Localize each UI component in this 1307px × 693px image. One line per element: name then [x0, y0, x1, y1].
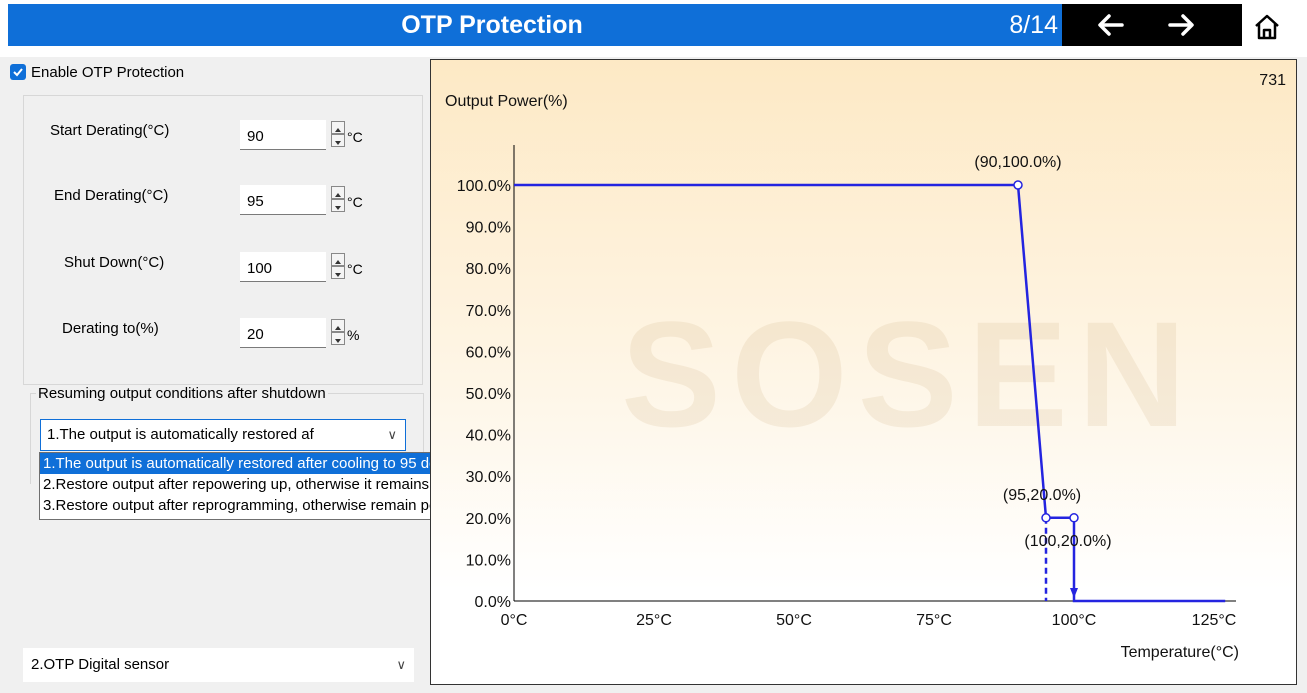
derating-to-unit: %: [347, 327, 360, 343]
y-tick-label: 100.0%: [457, 178, 511, 195]
spin-up-icon[interactable]: [331, 121, 345, 134]
sensor-selected-value: 2.OTP Digital sensor: [31, 656, 170, 673]
spin-down-icon[interactable]: [331, 332, 345, 345]
y-tick-label: 40.0%: [466, 428, 511, 445]
spin-up-icon[interactable]: [331, 319, 345, 332]
derating-to-input[interactable]: 20: [240, 318, 326, 348]
enable-otp-checkbox[interactable]: Enable OTP Protection: [10, 62, 184, 82]
spin-down-icon[interactable]: [331, 266, 345, 279]
y-tick-label: 20.0%: [466, 511, 511, 528]
y-tick-label: 90.0%: [466, 220, 511, 237]
resume-conditions-select[interactable]: 1.The output is automatically restored a…: [40, 419, 406, 451]
shut-down-spinner[interactable]: [327, 251, 349, 281]
end-derating-label: End Derating(°C): [54, 187, 169, 204]
chevron-down-icon: ∨: [387, 427, 397, 442]
y-tick-label: 10.0%: [466, 552, 511, 569]
x-tick-label: 50°C: [776, 612, 812, 629]
start-derating-spinner[interactable]: [327, 119, 349, 149]
shut-down-label: Shut Down(°C): [64, 254, 165, 271]
y-tick-label: 70.0%: [466, 303, 511, 320]
start-derating-input[interactable]: 90: [240, 120, 326, 150]
resume-selected-value: 1.The output is automatically restored a…: [47, 426, 314, 443]
x-tick-label: 25°C: [636, 612, 672, 629]
data-point: [1013, 180, 1023, 190]
chart-svg: 0.0% 10.0% 20.0% 30.0% 40.0% 50.0% 60.0% 70.0% 8…: [445, 72, 1286, 661]
end-derating-spinner[interactable]: [327, 184, 349, 214]
page-title: OTP Protection: [401, 11, 583, 39]
otp-sensor-select[interactable]: 2.OTP Digital sensor ∨: [23, 648, 414, 682]
enable-otp-label: Enable OTP Protection: [31, 63, 185, 81]
end-derating-unit: °C: [347, 194, 363, 210]
y-tick-label: 30.0%: [466, 469, 511, 486]
title-bar-blue: OTP Protection 8/14: [8, 4, 1062, 46]
arrow-left-icon: [1098, 14, 1124, 36]
end-derating-input[interactable]: 95: [240, 185, 326, 215]
x-tick-label: 100°C: [1052, 612, 1097, 629]
spin-down-icon[interactable]: [331, 199, 345, 212]
spin-up-icon[interactable]: [331, 186, 345, 199]
spin-up-icon[interactable]: [331, 253, 345, 266]
y-tick-label: 50.0%: [466, 386, 511, 403]
y-tick-label: 0.0%: [475, 594, 511, 611]
x-tick-label: 75°C: [916, 612, 952, 629]
checkbox-checked-icon: [10, 64, 26, 80]
corner-value: 731: [1259, 72, 1286, 89]
title-bar: OTP Protection 8/14: [0, 0, 1307, 57]
derating-to-spinner[interactable]: [327, 317, 349, 347]
x-tick-label: 125°C: [1192, 612, 1237, 629]
x-tick-label: 0°C: [501, 612, 528, 629]
data-point-label: (100,20.0%): [1024, 533, 1111, 550]
data-point: [1069, 513, 1079, 523]
shut-down-input[interactable]: 100: [240, 252, 326, 282]
x-axis-title: Temperature(°C): [1121, 644, 1239, 661]
home-icon: [1255, 14, 1279, 40]
page-indicator: 8/14: [1009, 11, 1058, 39]
nav-box: [1062, 4, 1242, 46]
shutdown-arrow: [1070, 588, 1078, 598]
resume-conditions-label: Resuming output conditions after shutdow…: [36, 385, 328, 402]
chevron-down-icon: ∨: [396, 657, 406, 672]
data-point-label: (90,100.0%): [974, 154, 1061, 171]
derating-to-label: Derating to(%): [62, 320, 159, 337]
arrow-right-icon: [1168, 14, 1194, 36]
y-tick-label: 80.0%: [466, 261, 511, 278]
data-point-label: (95,20.0%): [1003, 487, 1081, 504]
start-derating-label: Start Derating(°C): [50, 122, 170, 139]
derating-chart: SOSEN 0.0% 10.0% 20.0% 30.0% 40.0% 50.0% 60.0%…: [430, 59, 1297, 685]
spin-down-icon[interactable]: [331, 134, 345, 147]
data-point: [1041, 513, 1051, 523]
forward-button[interactable]: [1168, 12, 1196, 38]
series-line: [514, 183, 1226, 603]
home-button[interactable]: [1252, 12, 1282, 42]
y-tick-label: 60.0%: [466, 344, 511, 361]
shut-down-unit: °C: [347, 261, 363, 277]
start-derating-unit: °C: [347, 129, 363, 145]
y-axis-title: Output Power(%): [445, 93, 568, 110]
back-button[interactable]: [1096, 12, 1124, 38]
